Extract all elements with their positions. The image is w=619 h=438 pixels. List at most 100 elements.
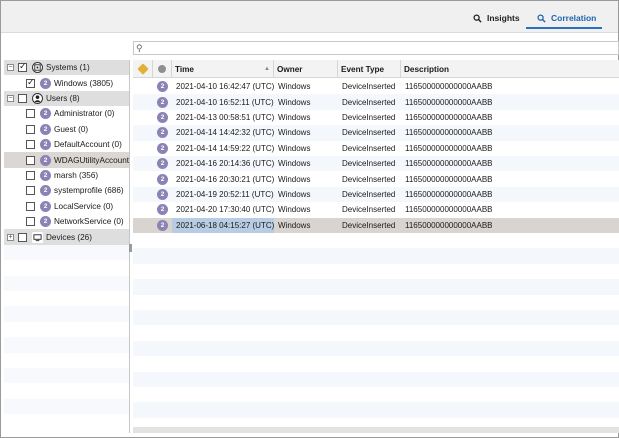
- column-header-event-type-label: Event Type: [341, 64, 385, 74]
- empty-row: [133, 233, 619, 248]
- collapse-icon[interactable]: −: [7, 64, 14, 72]
- empty-row: [4, 260, 129, 275]
- count-badge: 2: [157, 142, 168, 154]
- owner-cell: Windows: [278, 82, 311, 92]
- tab-insights[interactable]: Insights: [473, 9, 520, 27]
- tree-item[interactable]: 2 LocalService (0): [4, 199, 129, 214]
- tree-group[interactable]: + Devices (26): [4, 229, 129, 245]
- table-row[interactable]: 2 2021-04-13 00:58:51 (UTC) Windows DeviceI…: [133, 110, 619, 125]
- empty-row: [4, 322, 129, 337]
- empty-row: [4, 398, 129, 415]
- checkbox[interactable]: [26, 77, 35, 88]
- top-toolbar: Insights Correlation: [1, 1, 618, 33]
- checkbox[interactable]: [26, 124, 35, 134]
- tree-item[interactable]: 2 systemprofile (686): [4, 183, 129, 198]
- owner-cell: Windows: [278, 205, 311, 215]
- search-input[interactable]: ⚲: [133, 41, 619, 55]
- empty-row: [133, 371, 619, 387]
- status-cell: 2: [153, 202, 172, 217]
- event-type-cell: DeviceInserted: [342, 143, 396, 153]
- empty-row: [133, 387, 619, 402]
- count-badge: 2: [157, 158, 168, 170]
- checkbox[interactable]: [26, 140, 35, 150]
- event-type-cell: DeviceInserted: [342, 82, 396, 92]
- tree-item[interactable]: 2 NetworkService (0): [4, 214, 129, 229]
- checkbox[interactable]: [26, 186, 35, 196]
- table-row[interactable]: 2 2021-04-10 16:52:11 (UTC) Windows DeviceI…: [133, 94, 619, 110]
- empty-row: [133, 356, 619, 371]
- table-row[interactable]: 2 2021-04-14 14:59:22 (UTC) Windows DeviceI…: [133, 141, 619, 156]
- time-cell: 2021-04-10 16:52:11 (UTC): [176, 97, 274, 107]
- checkbox[interactable]: [18, 232, 27, 242]
- expand-icon[interactable]: +: [7, 233, 14, 241]
- column-header-event-type[interactable]: Event Type: [338, 60, 401, 78]
- checkbox[interactable]: [26, 217, 35, 227]
- description-cell: 116500000000000AABB: [405, 174, 493, 184]
- column-header-time[interactable]: Time ▲: [172, 60, 274, 78]
- count-badge: 2: [40, 108, 51, 120]
- column-header-owner[interactable]: Owner: [274, 60, 338, 78]
- splitter-handle[interactable]: [129, 244, 132, 252]
- event-type-cell: DeviceInserted: [342, 159, 396, 169]
- count-badge: 2: [157, 96, 168, 108]
- checkbox[interactable]: [26, 109, 35, 119]
- checkbox[interactable]: [18, 61, 27, 73]
- checkbox[interactable]: [18, 93, 27, 103]
- time-cell: 2021-04-10 16:42:47 (UTC): [176, 82, 275, 92]
- tree-item-label: Guest (0): [54, 124, 89, 134]
- empty-row: [133, 402, 619, 418]
- horizontal-scrollbar[interactable]: [133, 427, 619, 433]
- tree-group[interactable]: − Users (8): [4, 90, 129, 107]
- table-row[interactable]: 2 2021-04-19 20:52:11 (UTC) Windows DeviceI…: [133, 186, 619, 203]
- collapse-icon[interactable]: −: [7, 94, 14, 102]
- empty-row: [4, 244, 129, 261]
- column-header-tag[interactable]: [133, 60, 153, 78]
- tree-item[interactable]: 2 WDAGUtilityAccount (: [4, 152, 130, 168]
- tree-item[interactable]: 2 Administrator (0): [4, 106, 129, 121]
- description-cell: 116500000000000AABB: [405, 205, 493, 215]
- time-cell: 2021-04-16 20:30:21 (UTC): [176, 174, 275, 184]
- devices-icon: [32, 231, 43, 243]
- checkbox[interactable]: [26, 170, 35, 180]
- empty-row: [4, 337, 129, 353]
- tree-item[interactable]: 2 Guest (0): [4, 122, 129, 137]
- owner-cell: Windows: [278, 174, 311, 184]
- owner-cell: Windows: [278, 112, 311, 122]
- table-row[interactable]: 2 2021-04-16 20:30:21 (UTC) Windows DeviceI…: [133, 171, 619, 186]
- column-header-description-label: Description: [404, 64, 450, 74]
- tree-item[interactable]: 2 DefaultAccount (0): [4, 137, 129, 152]
- status-cell: 2: [153, 125, 172, 140]
- table-row[interactable]: 2 2021-06-18 04:15:27 (UTC) Windows DeviceI…: [133, 217, 619, 233]
- tree-item[interactable]: 2 marsh (356): [4, 168, 129, 183]
- description-cell: 116500000000000AABB: [405, 220, 493, 230]
- tree-item-label: Windows (3805): [54, 78, 114, 88]
- tab-correlation[interactable]: Correlation: [537, 9, 596, 27]
- checkbox[interactable]: [26, 201, 35, 211]
- empty-row: [4, 291, 129, 306]
- empty-row: [133, 340, 619, 357]
- column-header-status[interactable]: [153, 60, 172, 78]
- count-badge: 2: [40, 200, 51, 212]
- tree-item[interactable]: 2Windows (3805): [4, 75, 129, 90]
- event-type-cell: DeviceInserted: [342, 189, 396, 199]
- table-row[interactable]: 2 2021-04-10 16:42:47 (UTC) Windows DeviceI…: [133, 79, 619, 94]
- tree-item-label: marsh (356): [54, 170, 99, 180]
- empty-row: [133, 325, 619, 340]
- tree-item-label: WDAGUtilityAccount (: [54, 155, 130, 165]
- events-grid: Time ▲ Owner Event Type Description 2 202…: [133, 60, 619, 433]
- event-type-cell: DeviceInserted: [342, 128, 396, 138]
- event-type-cell: DeviceInserted: [342, 174, 396, 184]
- description-cell: 116500000000000AABB: [405, 97, 493, 107]
- owner-cell: Windows: [278, 97, 311, 107]
- tab-insights-label: Insights: [487, 13, 520, 23]
- checkbox[interactable]: [26, 155, 35, 165]
- table-row[interactable]: 2 2021-04-16 20:14:36 (UTC) Windows DeviceI…: [133, 156, 619, 172]
- tree-item-label: Systems (1): [46, 63, 90, 73]
- tree-group[interactable]: − Systems (1): [4, 60, 129, 76]
- empty-row: [133, 295, 619, 310]
- count-badge: 2: [40, 123, 51, 135]
- column-header-description[interactable]: Description: [401, 60, 619, 78]
- empty-row: [4, 275, 129, 291]
- table-row[interactable]: 2 2021-04-14 14:42:32 (UTC) Windows DeviceI…: [133, 125, 619, 141]
- table-row[interactable]: 2 2021-04-20 17:30:40 (UTC) Windows DeviceI…: [133, 202, 619, 217]
